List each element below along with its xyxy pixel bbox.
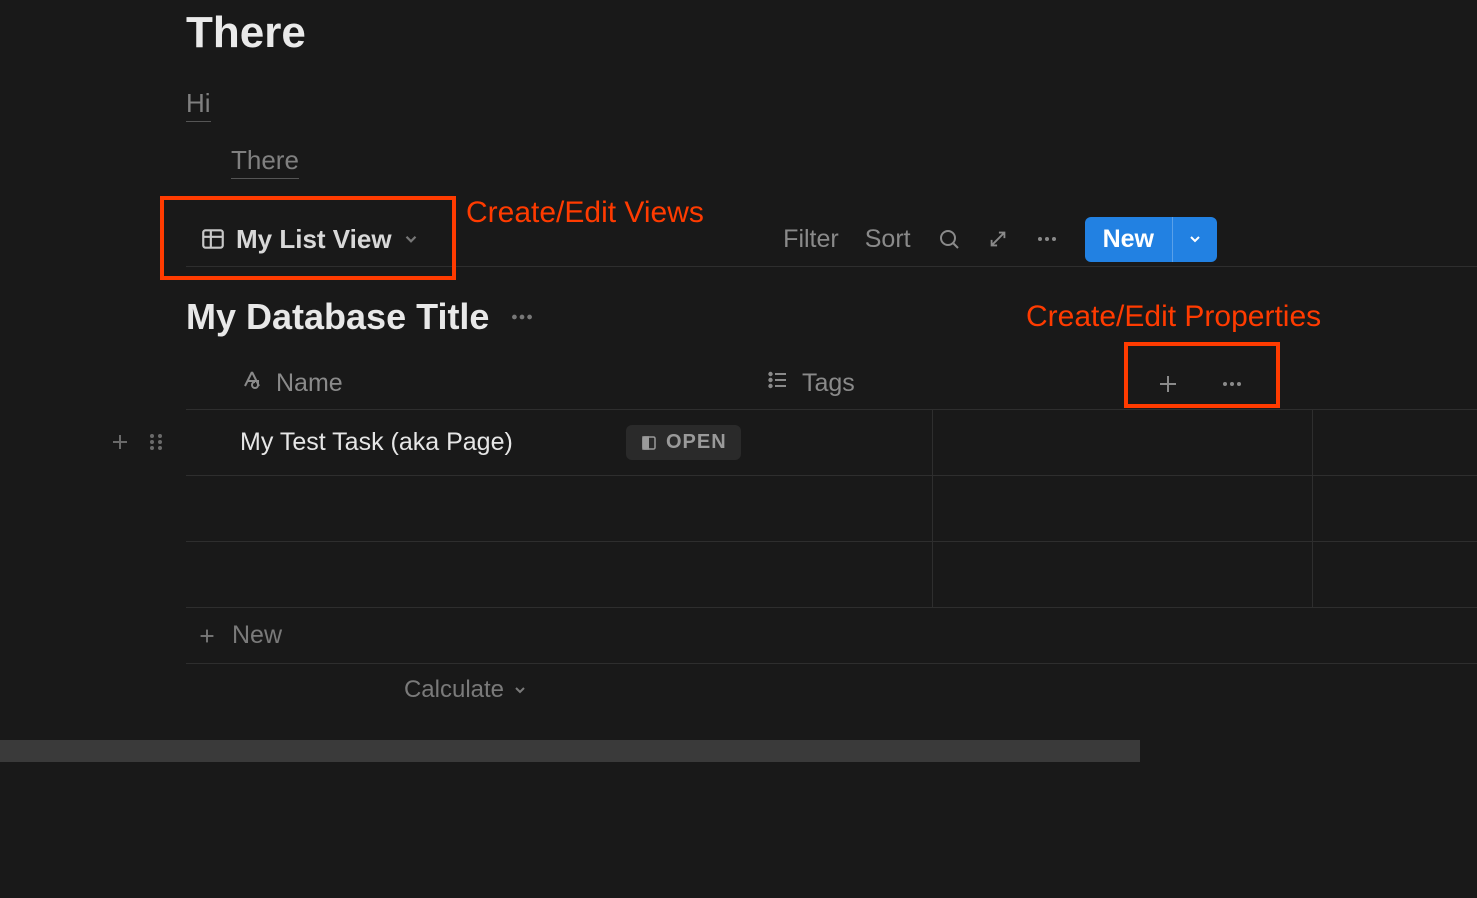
- calculate-button[interactable]: Calculate: [186, 676, 746, 704]
- add-row-icon[interactable]: [108, 430, 132, 454]
- add-new-row-label: New: [232, 621, 282, 650]
- table-row[interactable]: [186, 542, 1477, 608]
- annotation-label-views: Create/Edit Views: [466, 196, 704, 230]
- calculate-label: Calculate: [404, 676, 504, 704]
- sort-button[interactable]: Sort: [865, 225, 911, 254]
- multiselect-property-icon: [766, 368, 790, 399]
- new-button[interactable]: New: [1085, 217, 1172, 262]
- open-label: OPEN: [666, 431, 727, 454]
- table-row[interactable]: My Test Task (aka Page) OPEN: [186, 410, 1477, 476]
- column-headers: Name Tags: [186, 358, 1477, 410]
- table-icon: [200, 226, 226, 252]
- page-title[interactable]: There: [186, 8, 306, 58]
- column-header-name[interactable]: Name: [186, 368, 746, 399]
- add-property-icon[interactable]: [1156, 372, 1180, 396]
- more-icon[interactable]: [1035, 227, 1059, 251]
- open-page-button[interactable]: OPEN: [626, 425, 741, 460]
- drag-handle-icon[interactable]: [146, 430, 166, 454]
- expand-icon[interactable]: [987, 228, 1009, 250]
- title-property-icon: [240, 368, 264, 399]
- view-tab[interactable]: My List View: [186, 218, 434, 261]
- database-more-icon[interactable]: [509, 304, 535, 330]
- breadcrumb-level-2[interactable]: There: [231, 145, 299, 179]
- database-title[interactable]: My Database Title: [186, 296, 489, 338]
- breadcrumb-level-1[interactable]: Hi: [186, 88, 211, 122]
- row-handles: [108, 430, 166, 454]
- divider: [186, 266, 1477, 267]
- table-row[interactable]: [186, 476, 1477, 542]
- column-name-label: Name: [276, 369, 343, 398]
- property-more-icon[interactable]: [1220, 372, 1244, 396]
- column-tags-label: Tags: [802, 369, 855, 398]
- view-name: My List View: [236, 224, 392, 255]
- column-header-tags[interactable]: Tags: [746, 368, 1126, 399]
- new-button-group: New: [1085, 217, 1217, 262]
- filter-button[interactable]: Filter: [783, 225, 839, 254]
- horizontal-scrollbar[interactable]: [0, 740, 1140, 762]
- view-toolbar: My List View Filter Sort New: [186, 212, 1477, 266]
- chevron-down-icon: [402, 230, 420, 248]
- annotation-label-properties: Create/Edit Properties: [1026, 300, 1321, 334]
- search-icon[interactable]: [937, 227, 961, 251]
- new-button-dropdown[interactable]: [1172, 217, 1217, 262]
- add-new-row[interactable]: New: [186, 608, 1477, 664]
